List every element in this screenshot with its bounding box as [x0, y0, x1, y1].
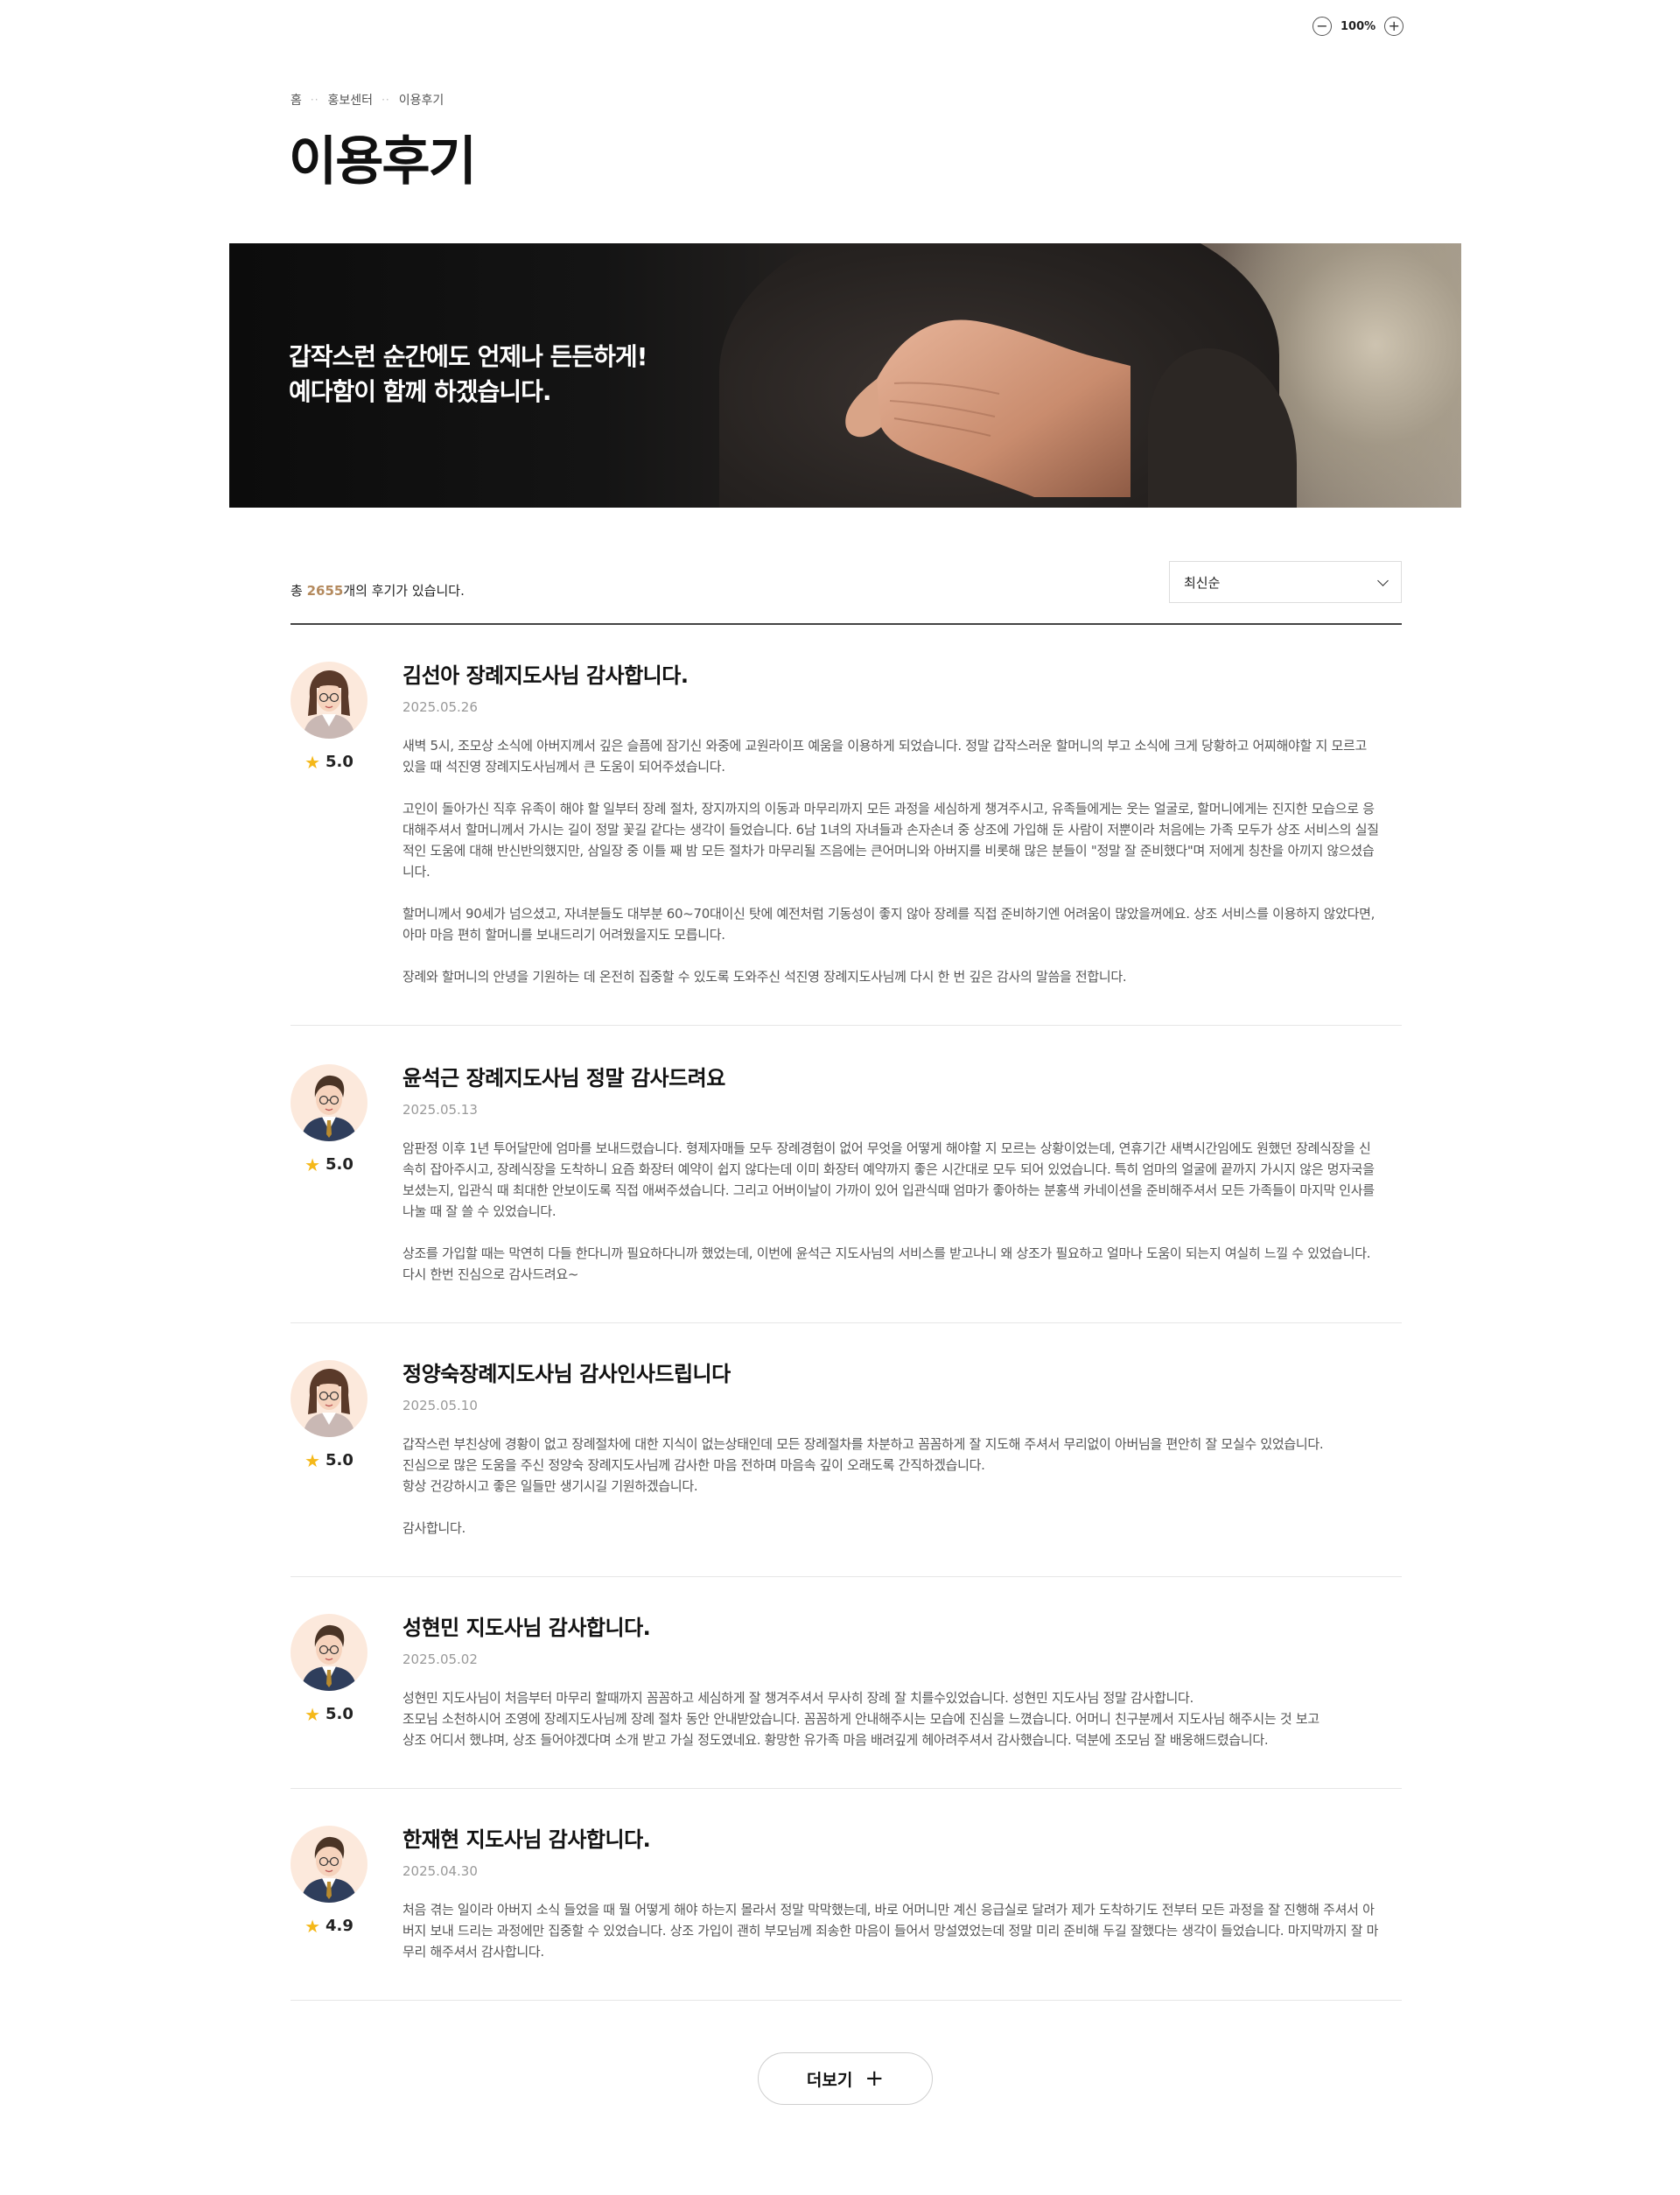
- breadcrumb-home[interactable]: 홈: [290, 91, 302, 109]
- rating-value: 4.9: [326, 1917, 354, 1935]
- star-icon: ★: [304, 751, 321, 773]
- review-text: 갑작스런 부친상에 경황이 없고 장례절차에 대한 지식이 없는상태인데 모든 …: [402, 1436, 1324, 1536]
- avatar-male: [290, 1826, 368, 1903]
- review-item: ★ 5.0 김선아 장례지도사님 감사합니다. 2025.05.26 새벽 5시…: [290, 662, 1402, 1026]
- review-body: 김선아 장례지도사님 감사합니다. 2025.05.26 새벽 5시, 조모상 …: [402, 662, 1402, 987]
- load-more-label: 더보기: [806, 2070, 853, 2090]
- male-avatar-icon: [301, 1836, 357, 1903]
- breadcrumb-pr-center[interactable]: 홍보센터: [328, 91, 374, 109]
- review-text: 처음 겪는 일이라 아버지 소식 들었을 때 뭘 어떻게 해야 하는지 몰라서 …: [402, 1902, 1379, 1960]
- review-item: ★ 5.0 윤석근 장례지도사님 정말 감사드려요 2025.05.13 암판정…: [290, 1064, 1402, 1323]
- review-text: 암판정 이후 1년 투어달만에 엄마를 보내드렸습니다. 형제자매들 모두 장례…: [402, 1140, 1375, 1282]
- review-body: 정양숙장례지도사님 감사인사드립니다 2025.05.10 갑작스런 부친상에 …: [402, 1360, 1402, 1539]
- hero-banner: 갑작스런 순간에도 언제나 든든하게! 예다함이 함께 하겠습니다.: [229, 243, 1461, 508]
- review-author: ★ 5.0: [290, 1614, 368, 1723]
- review-body: 윤석근 장례지도사님 정말 감사드려요 2025.05.13 암판정 이후 1년…: [402, 1064, 1402, 1285]
- breadcrumb-reviews[interactable]: 이용후기: [399, 91, 444, 109]
- rating: ★ 5.0: [290, 753, 368, 771]
- star-icon: ★: [304, 1154, 321, 1175]
- star-icon: ★: [304, 1703, 321, 1725]
- avatar-male: [290, 1614, 368, 1691]
- zoom-out-icon[interactable]: −: [1312, 17, 1332, 36]
- avatar-female: [290, 662, 368, 739]
- review-date: 2025.05.26: [402, 699, 478, 715]
- review-body: 성현민 지도사님 감사합니다. 2025.05.02 성현민 지도사님이 처음부…: [402, 1614, 1402, 1750]
- avatar-female: [290, 1360, 368, 1437]
- rating: ★ 4.9: [290, 1917, 368, 1935]
- review-text: 성현민 지도사님이 처음부터 마무리 할때까지 꼼꼼하고 세심하게 잘 챙겨주셔…: [402, 1690, 1320, 1748]
- sort-selected-value: 최신순: [1184, 574, 1221, 591]
- avatar-male: [290, 1064, 368, 1141]
- review-text: 새벽 5시, 조모상 소식에 아버지께서 깊은 슬픔에 잠기신 와중에 교원라이…: [402, 738, 1379, 985]
- page-title: 이용후기: [289, 131, 477, 193]
- rating: ★ 5.0: [290, 1705, 368, 1723]
- male-avatar-icon: [301, 1075, 357, 1141]
- male-avatar-icon: [301, 1624, 357, 1691]
- breadcrumb-separator: ··: [382, 94, 390, 106]
- hero-text: 갑작스런 순간에도 언제나 든든하게! 예다함이 함께 하겠습니다.: [289, 340, 648, 410]
- review-author: ★ 5.0: [290, 1064, 368, 1174]
- review-title[interactable]: 정양숙장례지도사님 감사인사드립니다: [402, 1360, 1402, 1388]
- chevron-down-icon: [1377, 574, 1389, 586]
- review-title[interactable]: 윤석근 장례지도사님 정말 감사드려요: [402, 1064, 1402, 1092]
- zoom-level: 100%: [1340, 19, 1376, 33]
- hero-headline-2: 예다함이 함께 하겠습니다.: [289, 377, 552, 406]
- star-icon: ★: [304, 1915, 321, 1937]
- rating-value: 5.0: [326, 1451, 354, 1469]
- female-avatar-icon: [303, 670, 355, 739]
- hero-hand-image: [845, 319, 1130, 497]
- review-item: ★ 5.0 성현민 지도사님 감사합니다. 2025.05.02 성현민 지도사…: [290, 1614, 1402, 1789]
- zoom-in-icon[interactable]: +: [1384, 17, 1404, 36]
- review-date: 2025.05.13: [402, 1102, 478, 1118]
- rating-value: 5.0: [326, 1705, 354, 1723]
- plus-icon: +: [864, 2065, 885, 2092]
- rating-value: 5.0: [326, 753, 354, 771]
- review-title[interactable]: 한재현 지도사님 감사합니다.: [402, 1826, 1402, 1854]
- rating: ★ 5.0: [290, 1155, 368, 1174]
- review-author: ★ 5.0: [290, 1360, 368, 1469]
- review-item: ★ 4.9 한재현 지도사님 감사합니다. 2025.04.30 처음 겪는 일…: [290, 1826, 1402, 2001]
- sort-select[interactable]: 최신순: [1169, 561, 1402, 603]
- review-count-summary: 총 2655개의 후기가 있습니다.: [290, 581, 465, 600]
- review-date: 2025.04.30: [402, 1863, 478, 1879]
- review-body: 한재현 지도사님 감사합니다. 2025.04.30 처음 겪는 일이라 아버지…: [402, 1826, 1402, 1962]
- summary-suffix: 개의 후기가 있습니다.: [343, 583, 465, 599]
- list-top-divider: [290, 623, 1402, 625]
- zoom-control: − 100% +: [1312, 17, 1404, 36]
- review-title[interactable]: 김선아 장례지도사님 감사합니다.: [402, 662, 1402, 690]
- review-date: 2025.05.10: [402, 1398, 478, 1413]
- rating: ★ 5.0: [290, 1451, 368, 1469]
- summary-prefix: 총: [290, 583, 307, 599]
- review-item: ★ 5.0 정양숙장례지도사님 감사인사드립니다 2025.05.10 갑작스런…: [290, 1360, 1402, 1577]
- hero-headline-1: 갑작스런 순간에도 언제나 든든하게!: [289, 342, 648, 371]
- review-author: ★ 4.9: [290, 1826, 368, 1935]
- breadcrumb: 홈 ·· 홍보센터 ·· 이용후기: [290, 91, 444, 109]
- load-more-button[interactable]: 더보기 +: [758, 2052, 933, 2105]
- review-date: 2025.05.02: [402, 1652, 478, 1667]
- female-avatar-icon: [303, 1369, 355, 1437]
- review-author: ★ 5.0: [290, 662, 368, 771]
- star-icon: ★: [304, 1449, 321, 1471]
- breadcrumb-separator: ··: [310, 94, 319, 106]
- review-title[interactable]: 성현민 지도사님 감사합니다.: [402, 1614, 1402, 1642]
- review-count: 2655: [306, 583, 344, 599]
- rating-value: 5.0: [326, 1155, 354, 1174]
